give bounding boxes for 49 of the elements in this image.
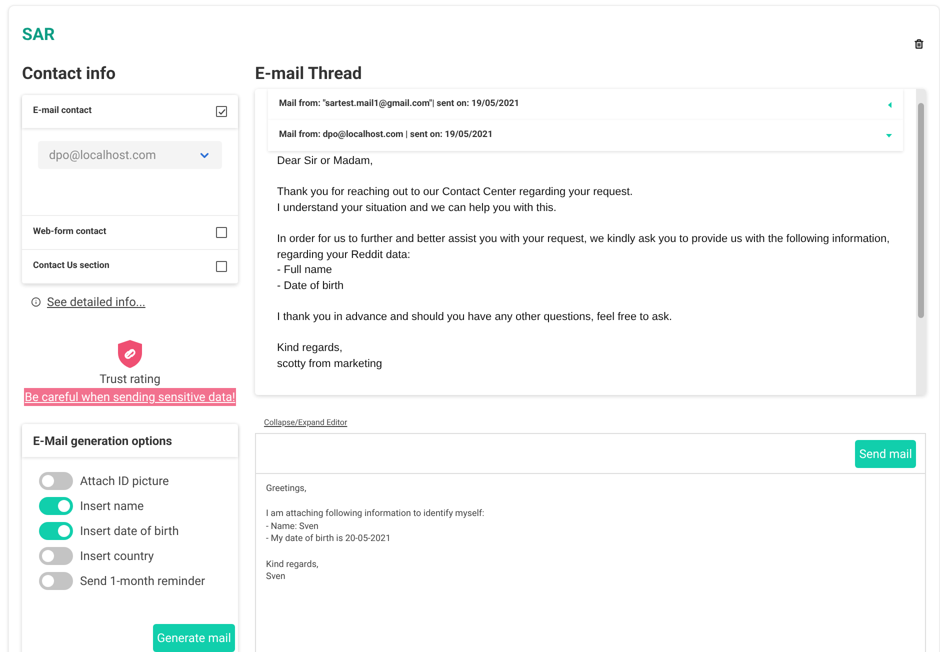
body-text-line: Kind regards, — [277, 341, 344, 356]
contact-method-label: E-mail contact — [33, 104, 92, 118]
toggle-label: Insert date of birth — [80, 523, 179, 540]
body-text-line: Sven — [266, 571, 286, 584]
caret-down-icon — [886, 134, 892, 138]
trust-rating-label: Trust rating — [99, 371, 161, 388]
body-text-line: - Full name — [277, 263, 334, 278]
toggle-label: Insert country — [80, 548, 154, 565]
body-text-line: - Date of birth — [277, 278, 345, 294]
body-text-line: scotty from marketing — [277, 356, 384, 372]
body-text-line: Thank you for reaching out to our Contact Center regarding your request. — [277, 185, 634, 200]
toggle-label: Attach ID picture — [80, 473, 169, 490]
delete-icon[interactable] — [914, 39, 924, 49]
info-icon — [31, 297, 41, 307]
contact-method-label: Web-form contact — [33, 226, 106, 239]
card-title: E-Mail generation options — [33, 432, 172, 450]
body-text-line: I thank you in advance and should you have any other questions, feel free to ask. — [277, 310, 674, 325]
contact-method-label: Contact Us section — [33, 260, 110, 273]
toggle-label: Send 1-month reminder — [80, 573, 206, 590]
toggle-label: Insert name — [80, 498, 144, 515]
toggle-switch[interactable] — [39, 572, 73, 590]
body-text-line: I am attaching following information to identify myself: — [266, 508, 486, 521]
collapse-expand-link[interactable]: Collapse/Expand Editor — [264, 417, 348, 429]
checkbox[interactable] — [216, 261, 227, 272]
body-text-line: - My date of birth is 20-05-2021 — [266, 533, 392, 546]
toggle-switch[interactable] — [39, 472, 73, 490]
toggle-switch[interactable] — [39, 497, 73, 515]
app-title: SAR — [22, 24, 55, 47]
editor[interactable]: Send mail Greetings, I am attaching following information to identify myself: - Name: Sven - My date of birth is 20-05-2021 Kind regards, Sven — [255, 433, 926, 652]
body-text-line: I understand your situation and we can help you with this. — [277, 200, 558, 216]
mail-header[interactable]: Mail from: "sartest.mail1@gmail.com"| sent on: 19/05/2021 — [268, 89, 903, 120]
body-text-line: Dear Sir or Madam, — [277, 154, 374, 169]
details-link[interactable]: See detailed info... — [47, 293, 146, 311]
checkmark-icon — [218, 108, 226, 116]
checkbox[interactable] — [216, 227, 227, 238]
scrollbar[interactable] — [916, 89, 926, 395]
body-text-line: Greetings, — [266, 483, 308, 496]
section-heading: Contact info — [22, 63, 117, 86]
checkbox[interactable] — [216, 106, 227, 117]
mail-header[interactable]: Mail from: dpo@localhost.com | sent on: 19/05/2021 — [268, 120, 903, 151]
body-text-line: Kind regards, — [266, 558, 320, 572]
shield-link-icon — [117, 339, 143, 369]
toggle-switch[interactable] — [39, 522, 73, 540]
body-text-line: - Name: Sven — [266, 520, 320, 534]
warning-text: Be careful when sending sensitive data! — [24, 388, 236, 406]
toggle-switch[interactable] — [39, 547, 73, 565]
body-text-line: In order for us to further and better assist you with your request, we kindly ask you to provide us with the following information, regarding your Reddit data: — [277, 232, 891, 263]
caret-left-icon — [888, 102, 892, 108]
section-heading: E-mail Thread — [255, 63, 363, 86]
